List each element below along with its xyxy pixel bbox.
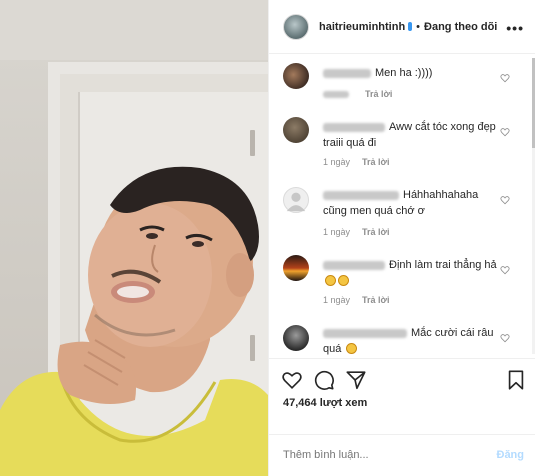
author-avatar[interactable] xyxy=(283,13,309,40)
comment-like-icon[interactable] xyxy=(500,333,510,343)
comment-item: Men ha :)))) Trả lời xyxy=(269,61,535,111)
post-media[interactable] xyxy=(0,0,268,476)
header-separator: • xyxy=(416,20,421,33)
comment-input[interactable] xyxy=(283,449,473,461)
commenter-username-blurred[interactable] xyxy=(323,68,371,78)
grinning-face-emoji-icon xyxy=(346,343,358,354)
reply-button[interactable]: Trả lời xyxy=(365,89,392,99)
reply-button[interactable]: Trả lời xyxy=(362,227,389,237)
post-details-panel: haitrieuminhtinh • Đang theo dõi ••• Men… xyxy=(268,0,535,476)
commenter-username-blurred[interactable] xyxy=(323,328,407,338)
comment-item: Aww cắt tóc xong đẹp traiii quá đi 1 ngà… xyxy=(269,115,535,175)
add-comment-bar: Đăng xyxy=(269,434,535,476)
comment-like-icon[interactable] xyxy=(500,73,510,83)
comment-time: 1 ngày xyxy=(323,295,351,305)
commenter-avatar[interactable] xyxy=(283,255,309,281)
frowning-face-emoji-icon xyxy=(325,275,336,286)
comment-like-icon[interactable] xyxy=(500,195,510,205)
comment-item: Háhhahhahaha cũng men quá chớ ơ 1 ngày Tr… xyxy=(269,183,535,243)
comment-meta: 1 ngày Trả lời xyxy=(323,157,389,167)
comment-icon[interactable] xyxy=(313,369,335,391)
commenter-username-blurred[interactable] xyxy=(323,122,385,132)
comment-meta: Trả lời xyxy=(323,89,392,99)
commenter-avatar[interactable] xyxy=(283,117,309,143)
following-button[interactable]: Đang theo dõi xyxy=(424,21,497,33)
post-comment-button[interactable]: Đăng xyxy=(497,449,525,461)
send-icon[interactable] xyxy=(345,369,367,391)
comment-like-icon[interactable] xyxy=(500,265,510,275)
reply-button[interactable]: Trả lời xyxy=(362,295,389,305)
reply-button[interactable]: Trả lời xyxy=(362,157,389,167)
comments-list[interactable]: Men ha :)))) Trả lời Aww cắt tóc xong đẹ… xyxy=(269,55,535,357)
comment-text-block: Mắc cười cái râu quá xyxy=(323,325,503,357)
comment-item: Mắc cười cái râu quá xyxy=(269,321,535,357)
commenter-avatar[interactable] xyxy=(283,325,309,351)
comment-meta: 1 ngày Trả lời xyxy=(323,295,389,305)
comment-text: Định làm trai thẳng hả xyxy=(389,259,497,271)
comment-time: 1 ngày xyxy=(323,157,351,167)
comment-text-block: Men ha :)))) xyxy=(323,65,503,81)
person-image xyxy=(0,166,268,476)
comment-time-blurred xyxy=(323,91,349,99)
commenter-username-blurred[interactable] xyxy=(323,190,399,200)
view-count[interactable]: 47,464 lượt xem xyxy=(283,397,367,409)
post-actions: 47,464 lượt xem xyxy=(269,358,535,438)
heart-icon[interactable] xyxy=(281,369,303,391)
commenter-avatar-default[interactable] xyxy=(283,187,309,213)
default-user-icon xyxy=(286,192,306,212)
bookmark-icon[interactable] xyxy=(505,369,527,391)
frowning-face-emoji-icon xyxy=(338,275,349,286)
verified-badge-icon xyxy=(408,22,413,31)
author-username[interactable]: haitrieuminhtinh xyxy=(319,21,405,33)
comment-time: 1 ngày xyxy=(323,227,351,237)
comment-text-block: Háhhahhahaha cũng men quá chớ ơ xyxy=(323,187,503,219)
comment-meta: 1 ngày Trả lời xyxy=(323,227,389,237)
comment-text: Men ha :)))) xyxy=(375,67,433,79)
commenter-username-blurred[interactable] xyxy=(323,260,385,270)
comment-like-icon[interactable] xyxy=(500,127,510,137)
commenter-avatar[interactable] xyxy=(283,63,309,89)
comment-item: Định làm trai thẳng hả 1 ngày Trả lời xyxy=(269,253,535,313)
comment-text-block: Aww cắt tóc xong đẹp traiii quá đi xyxy=(323,119,503,151)
more-horizontal-icon[interactable]: ••• xyxy=(506,20,524,36)
comment-text-block: Định làm trai thẳng hả xyxy=(323,257,503,289)
post-header: haitrieuminhtinh • Đang theo dõi ••• xyxy=(269,0,535,54)
